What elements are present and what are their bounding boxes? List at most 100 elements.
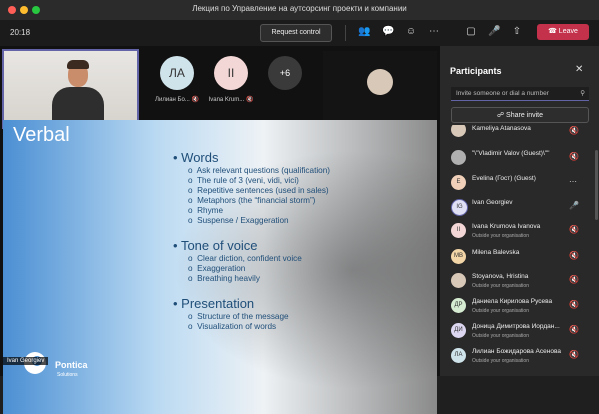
participant-row[interactable]: MB Milena Balevska 🔇 [451,246,589,270]
mic-muted-icon: 🔇 [569,300,579,309]
participant-subtitle: Outside your organisation [472,308,529,314]
slide-bullet-text: Ask relevant questions (qualification) [196,166,330,175]
share-icon: ☍ [496,112,505,119]
participants-scrollbar[interactable] [595,150,598,220]
slide-bullet: o The rule of 3 (veni, vidi, vici) [188,176,299,185]
avatar: E [451,175,466,190]
mic-muted-icon: 🔇 [569,225,579,234]
mic-muted-icon: 🔇 [191,97,199,103]
mic-muted-icon: 🔇 [569,325,579,334]
mic-muted-icon: 🔇 [569,126,579,135]
slide-heading-text: Tone of voice [180,238,258,253]
camera-icon[interactable]: ▢ [465,26,477,38]
slide-bullet-text: Structure of the message [197,312,289,321]
overflow-count: +6 [268,56,302,90]
slide-heading: • Presentation [173,296,255,311]
avatar: ДР [451,298,466,313]
participant-row[interactable]: ДИ Доница Димитрова Йордан... Outside yo… [451,320,589,344]
participant-row[interactable]: IG Ivan Georgiev 🎤 [451,196,589,220]
participant-row[interactable]: ЛА Лилиан Божидарова Асенова Outside you… [451,345,589,369]
slide-bullet-text: Metaphors (the “financial storm”) [197,196,316,205]
participant-name: "\"Vladimir Valov (Guest)\"" [472,150,550,157]
avatar: ДИ [451,323,466,338]
window-titlebar: Лекция по Управление на аутсорсинг проек… [0,0,599,20]
avatar [451,273,466,288]
avatar: IG [451,199,468,216]
slide-bullet: o Visualization of words [188,322,277,331]
mic-muted-icon: 🔇 [569,350,579,359]
slide-bullet: o Metaphors (the “financial storm”) [188,196,316,205]
slide-bullet-list: o Clear diction, confident voice o Exagg… [188,254,302,284]
slide-bullet-list: o Ask relevant questions (qualification)… [188,166,330,226]
presenter-name-label: Ivan Georgiev [3,357,49,365]
participant-tile-name: Ivana Krum... 🔇 [206,96,256,103]
participant-photo-tile[interactable] [323,51,437,129]
participant-row[interactable]: Kameliya Atanasova 🔇 [451,125,589,137]
participant-row[interactable]: Stoyanova, Hristina Outside your organis… [451,270,589,294]
microphone-icon[interactable]: 🎤 [488,26,500,38]
participant-subtitle: Outside your organisation [472,233,529,239]
overflow-participants-tile[interactable]: +6 [260,56,310,90]
slide-bullet: o Suspense / Exaggeration [188,216,289,225]
participant-name: Stoyanova, Hristina [472,273,529,280]
participant-name: Ivan Georgiev [472,199,513,206]
participant-subtitle: Outside your organisation [472,283,529,289]
participant-tile[interactable]: II Ivana Krum... 🔇 [206,56,256,103]
invite-search-input[interactable]: Invite someone or dial a number ⚲ [451,87,589,101]
participant-name: Ivana Krumova Ivanova [472,223,541,230]
reactions-icon[interactable]: ☺ [405,26,417,38]
window-title: Лекция по Управление на аутсорсинг проек… [192,4,407,13]
participant-tile[interactable]: ЛА Лилиан Бо... 🔇 [152,56,202,103]
participant-tile-name: Лилиан Бо... 🔇 [152,96,202,103]
participant-row[interactable]: "\"Vladimir Valov (Guest)\"" 🔇 [451,147,589,171]
participant-row[interactable]: II Ivana Krumova Ivanova Outside your or… [451,220,589,244]
panel-title: Participants [450,66,502,76]
share-screen-icon[interactable]: ⇧ [511,26,523,38]
slide-heading-text: Presentation [181,296,255,311]
slide-bullet-text: Exaggeration [197,264,246,273]
slide-heading: • Words [173,150,219,165]
slide-bullet-list: o Structure of the message o Visualizati… [188,312,289,332]
search-icon: ⚲ [580,90,585,97]
mic-muted-icon: 🔇 [569,251,579,260]
request-control-button[interactable]: Request control [260,24,332,42]
avatar: II [214,56,248,90]
leave-label: Leave [558,28,578,35]
slide-bullet: o Breathing heavily [188,274,260,283]
avatar: MB [451,249,466,264]
participant-subtitle: Outside your organisation [472,358,529,364]
meeting-stage: ЛА Лилиан Бо... 🔇 II Ivana Krum... 🔇 +6 … [0,46,440,414]
microphone-icon: 🎤 [569,201,579,210]
speaker-video-tile[interactable] [2,49,139,129]
slide-bullet: o Ask relevant questions (qualification) [188,166,330,175]
chat-icon[interactable]: 💬 [382,26,394,38]
video-person-hair [67,60,89,69]
participant-row[interactable]: ДР Даниела Кирилова Русева Outside your … [451,295,589,319]
slide-bullet-text: Visualization of words [197,322,277,331]
meeting-toolbar: 20:18 Request control 👥 💬 ☺ ⋯ ▢ 🎤 ⇧ ☎ Le… [0,20,599,46]
more-options-icon[interactable]: ⋯ [569,177,577,186]
slide-bullet-text: The rule of 3 (veni, vidi, vici) [196,176,299,185]
logo-subtitle: Solutions [57,372,78,378]
avatar [367,69,393,95]
avatar: II [451,223,466,238]
slide-bullet-text: Suspense / Exaggeration [197,216,289,225]
participant-row[interactable]: E Evelina (Гост) (Guest) ⋯ [451,172,589,196]
avatar: ЛА [160,56,194,90]
participant-name: Milena Balevska [472,249,520,256]
participant-name: Доница Димитрова Йордан... [472,323,560,330]
participant-name: Ivana Krum... [208,97,245,103]
more-options-icon[interactable]: ⋯ [428,26,440,38]
avatar [451,125,466,137]
share-invite-label: Share invite [506,112,543,119]
participant-subtitle: Outside your organisation [472,333,529,339]
slide-bullet-text: Repetitive sentences (used in sales) [197,186,329,195]
people-icon[interactable]: 👥 [358,26,370,38]
participant-name: Evelina (Гост) (Guest) [472,175,536,182]
shared-slide: Verbal • Words o Ask relevant questions … [3,120,437,414]
slide-bullet-text: Clear diction, confident voice [197,254,302,263]
share-invite-button[interactable]: ☍ Share invite [451,107,589,123]
close-icon[interactable]: ✕ [575,64,583,75]
leave-button[interactable]: ☎ Leave [537,24,589,40]
slide-bullet: o Exaggeration [188,264,246,273]
